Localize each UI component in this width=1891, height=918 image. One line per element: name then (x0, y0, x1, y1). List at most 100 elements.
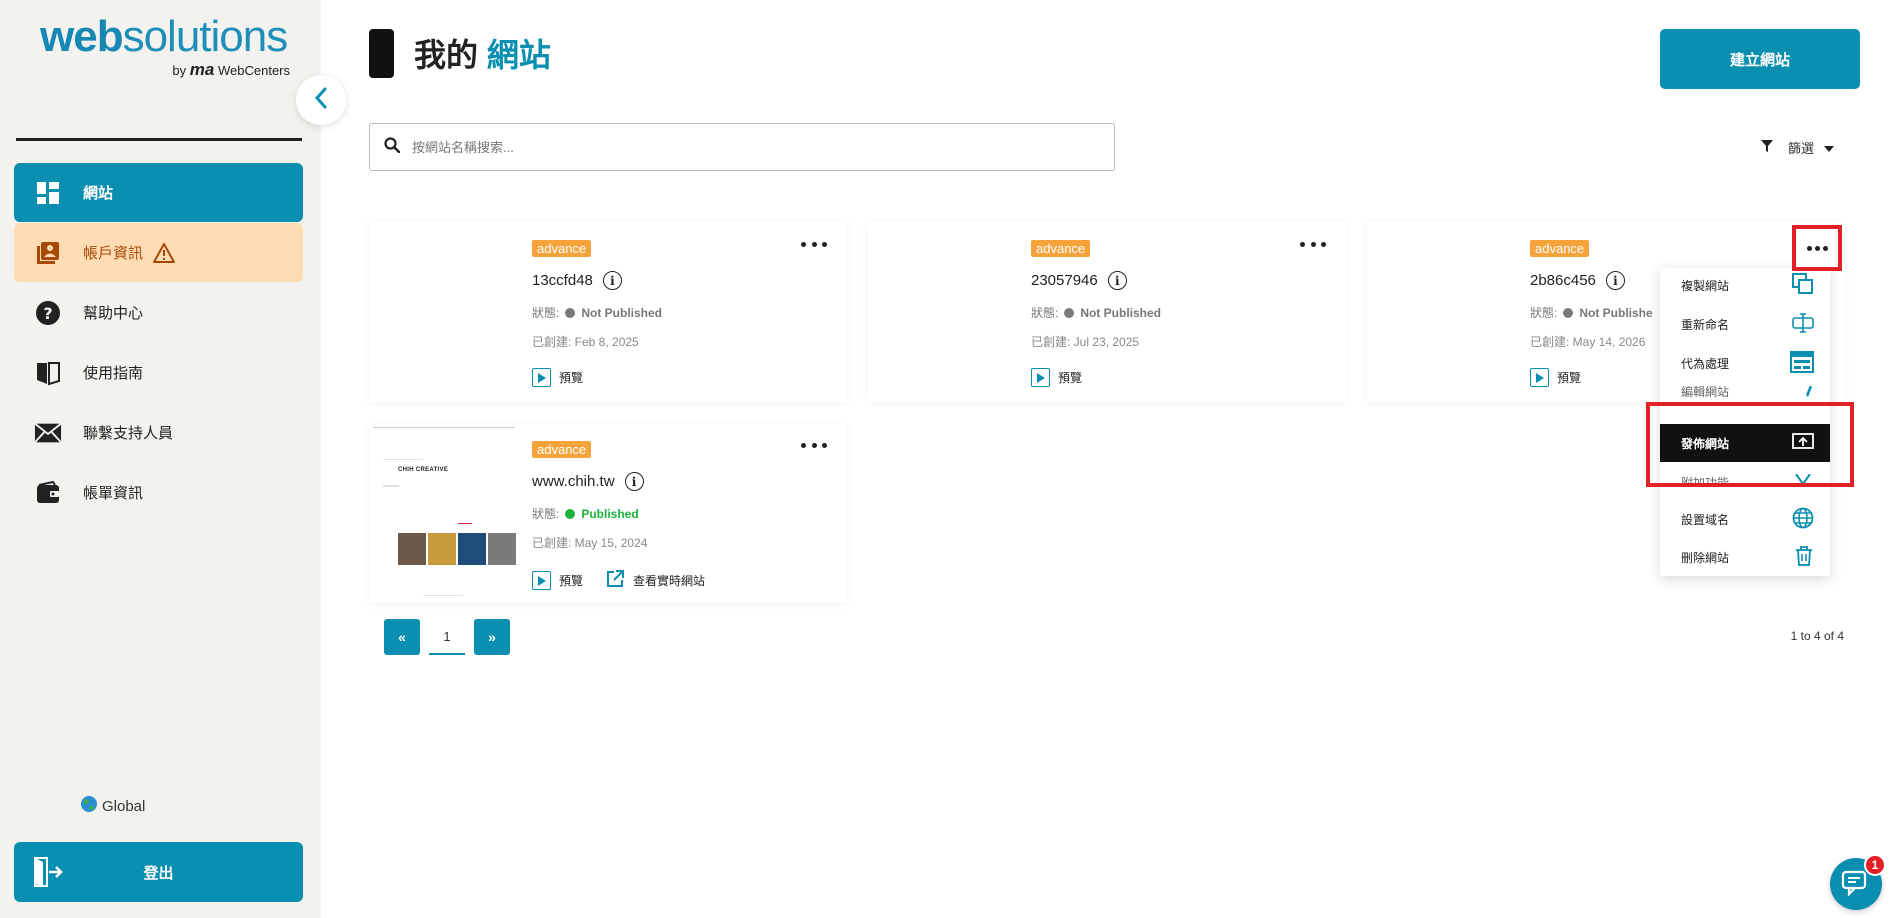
sidebar-item-websites[interactable]: 網站 (14, 163, 303, 222)
menu-item-edit[interactable]: 編輯網站 (1660, 386, 1830, 400)
sidebar-collapse-button[interactable] (296, 75, 346, 125)
sidebar-item-account[interactable]: 帳戶資訊 (14, 223, 303, 282)
sidebar-item-billing[interactable]: 帳單資訊 (14, 463, 303, 522)
pagination: « 1 » (384, 619, 510, 655)
menu-item-label: 編輯網站 (1681, 386, 1730, 399)
globe-icon (1792, 507, 1814, 532)
info-icon[interactable]: i (602, 271, 622, 290)
website-thumbnail[interactable]: CHIH CREATIVE (369, 423, 519, 603)
edit-icon (1794, 386, 1814, 400)
sidebar-item-label: 使用指南 (83, 365, 144, 382)
website-name: 13ccfd48 (532, 272, 593, 289)
create-website-button[interactable]: 建立網站 (1660, 29, 1860, 89)
language-label: Global (102, 797, 146, 815)
card-actions: 預覽 查看實時網站 (532, 569, 705, 592)
menu-item-addons[interactable]: 附加功能 (1660, 474, 1830, 486)
website-thumbnail[interactable] (369, 222, 519, 402)
plan-badge: advance (532, 441, 592, 458)
sidebar-item-label: 聯繫支持人員 (83, 425, 174, 442)
pagination-page-1[interactable]: 1 (429, 619, 465, 655)
preview-button[interactable]: 預覽 (1530, 368, 1581, 387)
status-dot (565, 508, 576, 519)
menu-item-rename[interactable]: 重新命名 (1660, 309, 1830, 339)
preview-label: 預覽 (559, 574, 584, 588)
external-link-icon (605, 569, 625, 592)
preview-label: 預覽 (1557, 371, 1582, 385)
thumbnail-preview: CHIH CREATIVE (373, 427, 516, 599)
logout-icon (32, 856, 64, 892)
view-live-label: 查看實時網站 (633, 574, 706, 588)
search-box[interactable] (369, 123, 1115, 171)
preview-button[interactable]: 預覽 (1031, 368, 1082, 387)
language-selector[interactable]: Global (80, 795, 145, 817)
svg-text:?: ? (43, 304, 52, 323)
info-icon[interactable]: i (1605, 271, 1625, 290)
menu-item-domain[interactable]: 設置域名 (1660, 504, 1830, 534)
pagination-prev-button[interactable]: « (384, 619, 420, 655)
website-name-row: 2b86c456 i (1530, 271, 1625, 290)
rename-icon (1792, 312, 1814, 336)
publish-icon (1792, 432, 1814, 454)
website-thumbnail[interactable] (1367, 222, 1517, 402)
logo-byline: by ma WebCenters (172, 60, 290, 80)
website-thumbnail[interactable] (868, 222, 1018, 402)
filter-dropdown[interactable]: 篩選 (1760, 138, 1835, 157)
results-count: 1 to 4 of 4 (1790, 629, 1844, 643)
website-status: 狀態: Not Published (532, 304, 662, 321)
filter-icon (1760, 139, 1774, 156)
page-title: 我的 網站 (414, 30, 551, 76)
menu-item-label: 代為處理 (1681, 356, 1730, 371)
menu-item-copy[interactable]: 複製網站 (1660, 270, 1830, 300)
search-input[interactable] (412, 139, 1092, 155)
sidebar-item-contact[interactable]: 聯繫支持人員 (14, 403, 303, 462)
view-live-site-button[interactable]: 查看實時網站 (605, 569, 705, 592)
status-label: 狀態: (1530, 306, 1558, 320)
status-value: Published (581, 506, 639, 521)
status-value: Not Publishe (1579, 305, 1653, 320)
website-card[interactable]: advance 23057946 i 狀態: Not Published 已創建… (868, 222, 1346, 402)
plan-badge: advance (532, 240, 592, 257)
sidebar-item-guide[interactable]: 使用指南 (14, 343, 303, 402)
info-icon[interactable]: i (624, 472, 644, 491)
logo-wordmark: websolutions (40, 14, 290, 60)
preview-button[interactable]: 預覽 (532, 368, 583, 387)
status-dot (1064, 307, 1075, 318)
website-options-menu: 複製網站 重新命名 代為處理 編輯網站 發佈網站 附加功能 設置域名 刪除網站 (1660, 268, 1830, 576)
more-options-button-active[interactable] (1792, 225, 1842, 271)
sidebar-item-help[interactable]: ? 幫助中心 (14, 283, 303, 342)
status-label: 狀態: (532, 507, 560, 521)
more-options-button[interactable] (801, 236, 827, 252)
status-dot (1563, 307, 1574, 318)
menu-item-delete[interactable]: 刪除網站 (1660, 542, 1830, 572)
status-label: 狀態: (1031, 306, 1059, 320)
chat-button[interactable]: 1 (1830, 854, 1886, 910)
filter-label: 篩選 (1788, 141, 1815, 156)
pagination-next-button[interactable]: » (474, 619, 510, 655)
more-options-button[interactable] (801, 437, 827, 453)
preview-button[interactable]: 預覽 (532, 571, 583, 590)
logout-button[interactable]: 登出 (14, 842, 303, 902)
logout-label: 登出 (143, 864, 174, 882)
created-date: 已創建: Feb 8, 2025 (532, 335, 639, 349)
title-accent-bar (369, 29, 394, 78)
dashboard-icon (34, 179, 62, 207)
website-card[interactable]: advance 13ccfd48 i 狀態: Not Published 已創建… (369, 222, 847, 402)
account-icon (34, 239, 62, 267)
page-title-accent: 網站 (486, 37, 551, 73)
menu-item-delegate[interactable]: 代為處理 (1660, 348, 1830, 378)
menu-item-label: 設置域名 (1681, 512, 1730, 527)
more-options-button[interactable] (1300, 236, 1326, 252)
website-card[interactable]: CHIH CREATIVE advance www.chih.tw i 狀態: … (369, 423, 847, 603)
website-name: 23057946 (1031, 272, 1098, 289)
menu-item-publish[interactable]: 發佈網站 (1660, 424, 1830, 462)
plan-badge: advance (1530, 240, 1590, 257)
info-icon[interactable]: i (1107, 271, 1127, 290)
logo-solutions: solutions (122, 12, 289, 61)
sidebar-item-label: 網站 (83, 185, 114, 202)
play-icon (1031, 368, 1050, 387)
sidebar-item-label: 帳戶資訊 (83, 245, 144, 262)
status-dot (565, 307, 576, 318)
status-value: Not Published (581, 305, 663, 320)
logo[interactable]: websolutions by ma WebCenters (40, 14, 290, 80)
website-name: 2b86c456 (1530, 272, 1596, 289)
